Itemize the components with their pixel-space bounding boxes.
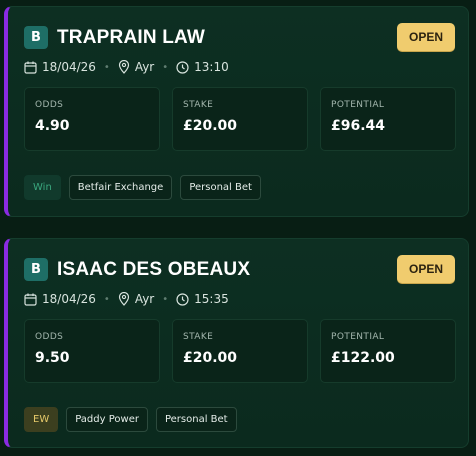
- bet-figures: ODDS 4.90 STAKE £20.00 POTENTIAL £96.44: [24, 87, 456, 151]
- status-open-button[interactable]: OPEN: [397, 255, 455, 283]
- bookmaker-tag: Betfair Exchange: [68, 175, 173, 200]
- race-course: Ayr: [134, 292, 155, 306]
- bet-figures: ODDS 9.50 STAKE £20.00 POTENTIAL £122.00: [24, 319, 456, 383]
- potential-label: POTENTIAL: [331, 332, 385, 342]
- potential-value: £96.44: [331, 118, 386, 134]
- category-tag: Personal Bet: [155, 407, 237, 432]
- race-course: Ayr: [134, 60, 155, 74]
- potential-box: POTENTIAL £122.00: [320, 319, 456, 383]
- bookmaker-badge: B: [24, 26, 48, 49]
- race-meta: 18/04/26 • Ayr • 15:35: [24, 292, 229, 306]
- separator-dot: •: [103, 61, 110, 73]
- stake-box: STAKE £20.00: [172, 87, 308, 151]
- bet-card[interactable]: B TRAPRAIN LAW OPEN 18/04/26 • Ayr • 13:…: [4, 6, 469, 217]
- calendar-icon: [24, 293, 37, 306]
- race-meta: 18/04/26 • Ayr • 13:10: [24, 60, 229, 74]
- race-date: 18/04/26: [42, 60, 96, 74]
- odds-box: ODDS 4.90: [24, 87, 160, 151]
- calendar-icon: [24, 61, 37, 74]
- race-time: 15:35: [194, 292, 229, 306]
- bets-list: B TRAPRAIN LAW OPEN 18/04/26 • Ayr • 13:…: [0, 0, 476, 456]
- odds-value: 4.90: [35, 118, 70, 134]
- bet-tags: EW Paddy Power Personal Bet: [24, 407, 237, 432]
- separator-dot: •: [103, 293, 110, 305]
- potential-label: POTENTIAL: [331, 100, 385, 110]
- bet-type-tag: Win: [24, 175, 61, 200]
- location-pin-icon: [118, 60, 130, 74]
- potential-value: £122.00: [331, 350, 395, 366]
- odds-value: 9.50: [35, 350, 70, 366]
- bet-header: B ISAAC DES OBEAUX: [24, 258, 250, 281]
- bet-tags: Win Betfair Exchange Personal Bet: [24, 175, 261, 200]
- horse-name: ISAAC DES OBEAUX: [57, 258, 251, 280]
- separator-dot: •: [162, 61, 169, 73]
- stake-label: STAKE: [183, 332, 214, 342]
- clock-icon: [176, 60, 189, 74]
- odds-box: ODDS 9.50: [24, 319, 160, 383]
- bet-card[interactable]: B ISAAC DES OBEAUX OPEN 18/04/26 • Ayr •…: [4, 238, 469, 448]
- clock-icon: [176, 292, 189, 306]
- stake-label: STAKE: [183, 100, 214, 110]
- bet-header: B TRAPRAIN LAW: [24, 26, 205, 49]
- horse-name: TRAPRAIN LAW: [57, 26, 206, 48]
- odds-label: ODDS: [35, 332, 64, 342]
- potential-box: POTENTIAL £96.44: [320, 87, 456, 151]
- category-tag: Personal Bet: [180, 175, 261, 200]
- race-time: 13:10: [194, 60, 229, 74]
- stake-box: STAKE £20.00: [172, 319, 308, 383]
- race-date: 18/04/26: [42, 292, 96, 306]
- location-pin-icon: [118, 292, 130, 306]
- bookmaker-tag: Paddy Power: [66, 407, 148, 432]
- stake-value: £20.00: [183, 118, 238, 134]
- bet-type-tag: EW: [24, 407, 59, 432]
- bookmaker-badge: B: [24, 258, 48, 281]
- separator-dot: •: [162, 293, 169, 305]
- stake-value: £20.00: [183, 350, 238, 366]
- status-open-button[interactable]: OPEN: [397, 23, 455, 51]
- odds-label: ODDS: [35, 100, 64, 110]
